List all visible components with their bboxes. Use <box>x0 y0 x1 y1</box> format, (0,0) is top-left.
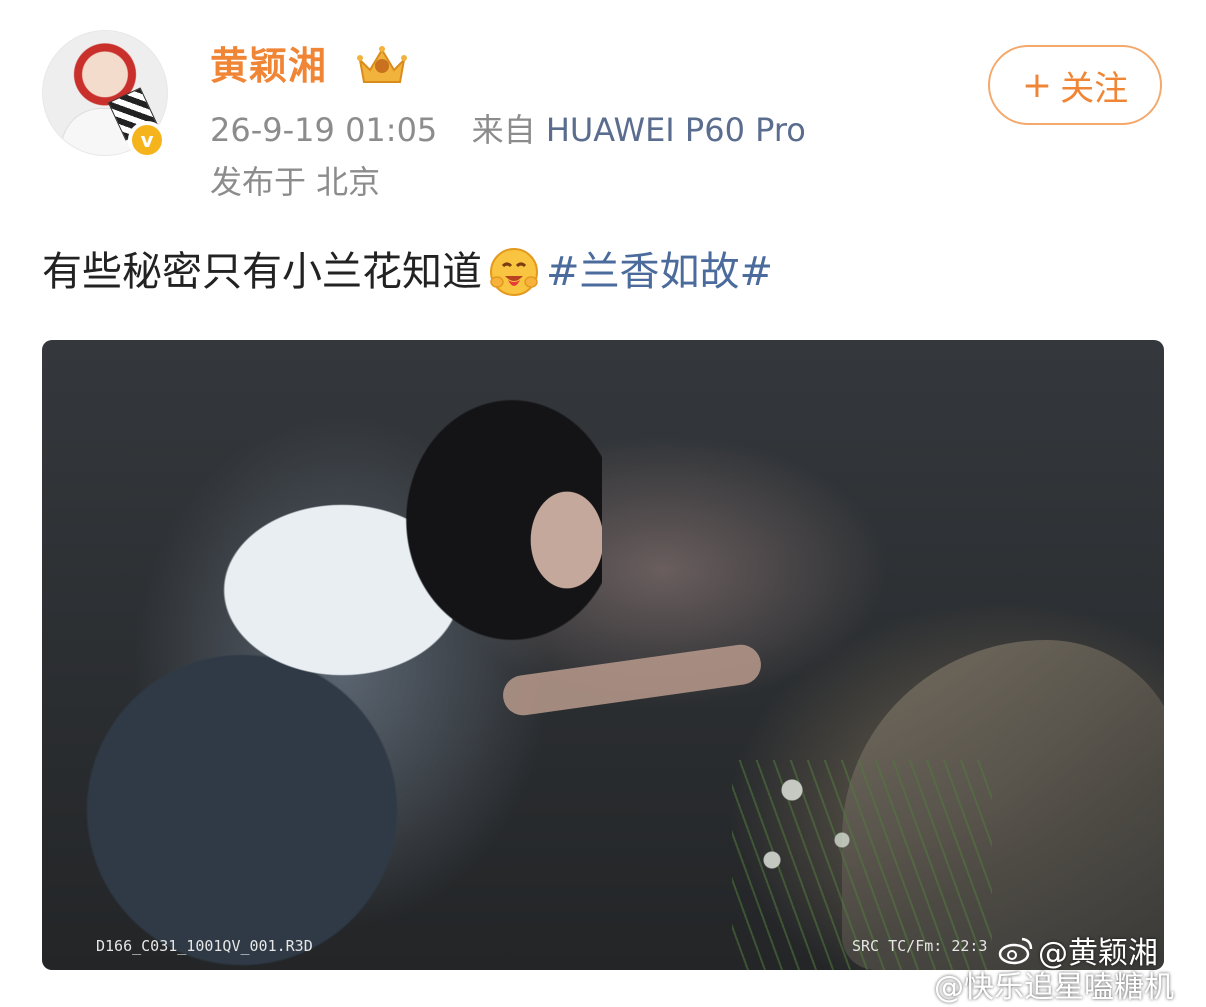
weibo-logo-icon <box>894 971 929 999</box>
post-time: 26-9-19 01:05 <box>210 111 438 149</box>
watermark-repost: @快乐追星嗑糖机 <box>894 962 1174 1006</box>
post-location: 发布于 北京 <box>210 163 381 201</box>
crown-icon <box>357 46 407 83</box>
hugging-face-emoji-icon <box>490 248 538 296</box>
hashtag-link[interactable]: #兰香如故# <box>546 244 773 300</box>
photo-person <box>42 340 602 970</box>
username[interactable]: 黄颖湘 <box>210 42 327 90</box>
post-body: 有些秘密只有小兰花知道 <box>42 249 482 295</box>
plus-icon: + <box>1021 64 1053 106</box>
watermark-repost-text: @快乐追星嗑糖机 <box>934 970 1174 1005</box>
verified-badge-icon: v <box>128 121 166 159</box>
post-photo[interactable]: D166_C031_1001QV_001.R3D SRC TC/Fm: 22:3 <box>42 340 1164 970</box>
source-prefix: 来自 <box>471 111 536 149</box>
timecode-overlay: SRC TC/Fm: 22:3 <box>852 937 988 955</box>
clip-name-overlay: D166_C031_1001QV_001.R3D <box>96 937 313 955</box>
device-link[interactable]: HUAWEI P60 Pro <box>546 111 806 149</box>
post-text: 有些秘密只有小兰花知道 #兰香如故# <box>42 244 773 300</box>
follow-label: 关注 <box>1060 68 1129 109</box>
post-meta: 26-9-19 01:05 来自 HUAWEI P60 Pro <box>210 110 806 150</box>
follow-button[interactable]: + 关注 <box>988 45 1162 125</box>
weibo-logo-icon <box>998 937 1033 965</box>
